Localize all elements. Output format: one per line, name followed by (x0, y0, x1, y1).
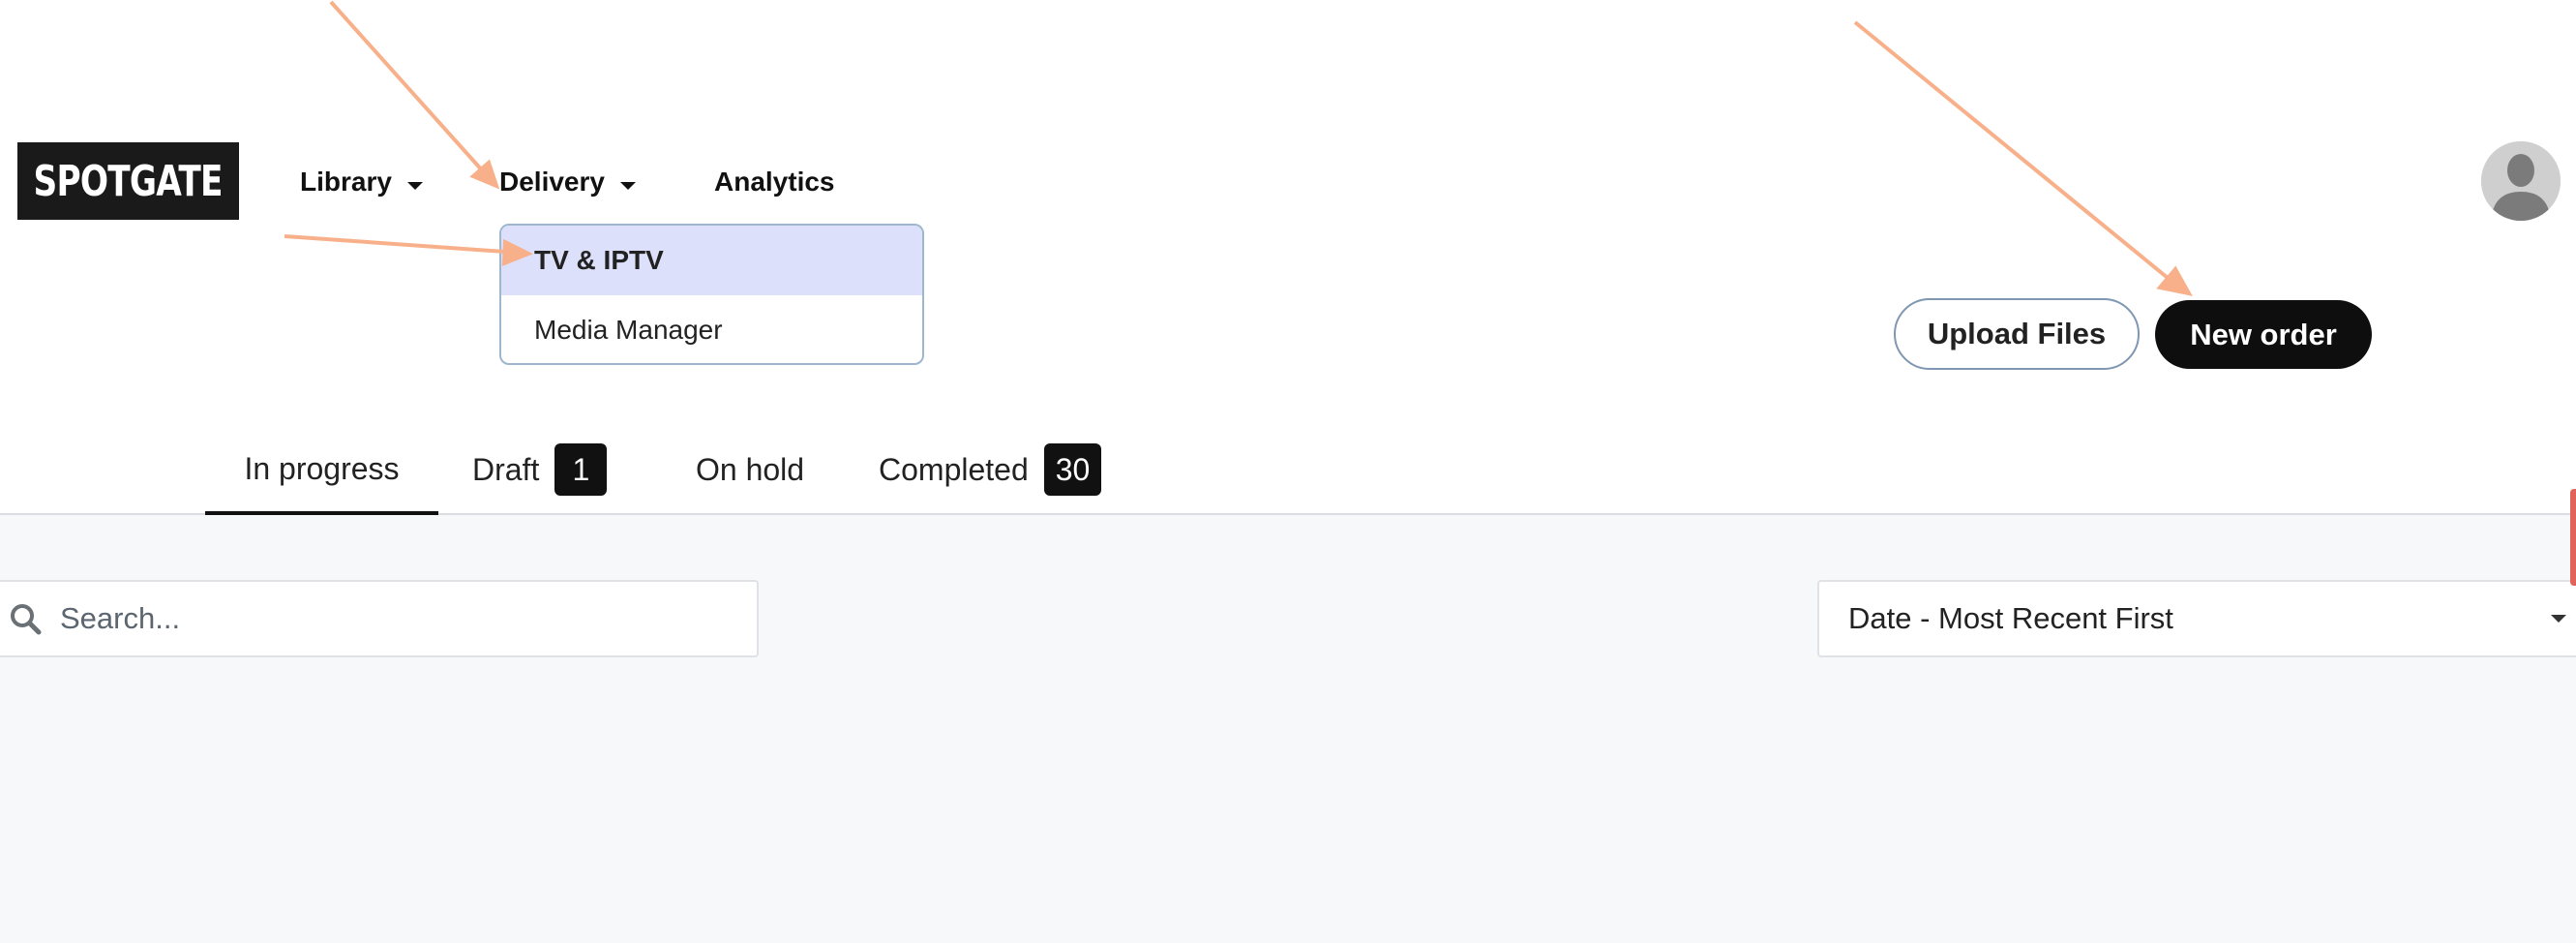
sort-order-select[interactable]: Date - Most Recent First (1817, 580, 2576, 657)
tab-label: Draft (472, 451, 540, 487)
nav-library[interactable]: Library (300, 163, 423, 201)
annotation-arrow-new-order (1853, 20, 2170, 280)
upload-files-label: Upload Files (1927, 317, 2107, 350)
search-field[interactable] (0, 580, 759, 657)
new-order-button[interactable]: New order (2155, 300, 2372, 369)
nav-analytics-label: Analytics (714, 167, 835, 197)
page: SPOTGATE Library Delivery Analytics TV &… (0, 0, 2576, 943)
sort-selected-value: Date - Most Recent First (1848, 601, 2173, 635)
upload-files-button[interactable]: Upload Files (1894, 298, 2140, 370)
annotation-arrowhead (469, 159, 500, 190)
menu-item-tv-iptv[interactable]: TV & IPTV (501, 226, 922, 295)
chevron-down-icon (406, 182, 423, 190)
tab-in-progress[interactable]: In progress (205, 426, 438, 515)
tab-draft[interactable]: Draft 1 (472, 426, 608, 513)
tab-label: On hold (696, 451, 805, 487)
annotation-arrow-delivery (329, 0, 486, 174)
tab-label: In progress (244, 450, 400, 486)
annotation-arrowhead (2156, 265, 2193, 296)
menu-item-label: Media Manager (534, 315, 723, 345)
spotgate-logo[interactable]: SPOTGATE (17, 142, 239, 220)
new-order-label: New order (2190, 317, 2337, 351)
annotation-arrow-tv-iptv (284, 234, 506, 254)
feedback-edge-tab[interactable] (2570, 489, 2576, 586)
tab-on-hold[interactable]: On hold (696, 426, 804, 513)
count-badge: 1 (554, 443, 608, 496)
person-silhouette-icon (2481, 141, 2561, 221)
nav-analytics[interactable]: Analytics (714, 163, 835, 201)
tab-label: Completed (879, 451, 1029, 487)
nav-delivery[interactable]: Delivery (499, 163, 636, 201)
search-icon (6, 599, 45, 638)
menu-item-label: TV & IPTV (534, 245, 664, 275)
logo-text: SPOTGATE (33, 156, 224, 206)
count-badge: 30 (1043, 443, 1102, 496)
search-input[interactable] (58, 600, 739, 637)
nav-library-label: Library (300, 167, 392, 197)
chevron-down-icon (2551, 615, 2566, 623)
delivery-dropdown-menu: TV & IPTV Media Manager (499, 224, 924, 365)
order-status-tabs: In progress Draft 1 On hold Completed 30 (0, 426, 2576, 515)
orders-content-area: Date - Most Recent First (0, 515, 2576, 943)
nav-delivery-label: Delivery (499, 167, 605, 197)
tab-completed[interactable]: Completed 30 (879, 426, 1102, 513)
chevron-down-icon (619, 182, 636, 190)
menu-item-media-manager[interactable]: Media Manager (501, 295, 922, 363)
user-avatar-icon[interactable] (2481, 141, 2561, 221)
